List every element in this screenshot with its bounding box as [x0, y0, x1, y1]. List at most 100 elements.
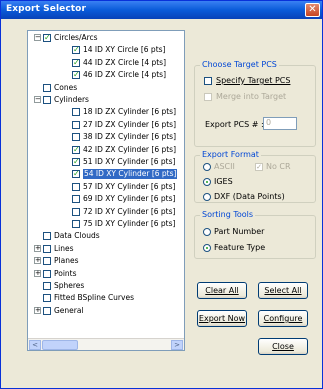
tree-item-checkbox[interactable]: ✓ — [43, 34, 51, 42]
title-bar[interactable]: Export Selector ✕ — [1, 1, 322, 19]
scroll-thumb[interactable] — [42, 340, 78, 350]
tree-item[interactable]: 18 ID ZX Cylinder [6 pts] — [28, 107, 184, 117]
tree-item-checkbox[interactable]: ✓ — [72, 158, 80, 166]
tree-item[interactable]: + Points — [28, 269, 184, 279]
ascii-radio[interactable] — [203, 163, 211, 171]
configure-button[interactable]: Configure — [258, 310, 308, 327]
tree-item-label: Data Clouds — [54, 231, 100, 241]
tree-item[interactable]: 57 ID XY Cylinder [6 pts] — [28, 182, 184, 192]
tree-item[interactable]: ✓ 54 ID XY Cylinder [6 pts] — [28, 169, 184, 180]
part-number-label: Part Number — [214, 227, 265, 236]
tree-item-checkbox[interactable]: ✓ — [72, 46, 80, 55]
merge-target-label: Merge into Target — [216, 92, 287, 101]
tree-item-checkbox[interactable]: ✓ — [72, 71, 80, 80]
collapse-icon[interactable]: − — [34, 34, 41, 41]
tree-item-checkbox[interactable] — [72, 133, 80, 142]
horizontal-scrollbar[interactable]: < > — [28, 338, 184, 350]
tree-item-checkbox[interactable] — [72, 207, 80, 216]
tree-item-checkbox[interactable]: ✓ — [72, 170, 80, 179]
close-window-button[interactable]: ✕ — [305, 3, 320, 17]
tree-item-checkbox[interactable] — [43, 232, 51, 241]
tree-item-label: 57 ID XY Cylinder [6 pts] — [83, 181, 176, 191]
window-title: Export Selector — [6, 4, 86, 14]
tree-item-label: Circles/Arcs — [54, 33, 98, 42]
expand-icon[interactable]: + — [34, 306, 41, 314]
export-pcs-label: Export PCS # : — [205, 120, 264, 129]
tree-item[interactable]: 75 ID XY Cylinder [6 pts] — [28, 219, 184, 229]
tree-item[interactable]: 38 ID ZX Cylinder [6 pts] — [28, 132, 184, 142]
tree-item[interactable]: Spheres — [28, 281, 184, 291]
tree-item-label: Lines — [54, 243, 74, 253]
tree-item-checkbox[interactable] — [43, 269, 51, 278]
tree-item-checkbox[interactable] — [72, 108, 80, 117]
tree-item-checkbox[interactable] — [72, 195, 80, 204]
scroll-left-button[interactable]: < — [29, 340, 41, 350]
tree-item-checkbox[interactable] — [72, 182, 80, 191]
tree-item-label: 51 ID XY Cylinder [6 pts] — [83, 157, 176, 166]
tree-item[interactable]: ✓ 44 ID ZX Circle [4 pts] — [28, 58, 184, 68]
tree-item[interactable]: Fitted BSpline Curves — [28, 293, 184, 303]
tree-item[interactable]: − ✓ Circles/Arcs — [28, 33, 184, 43]
tree-item-label: 69 ID XY Cylinder [6 pts] — [83, 194, 176, 204]
tree-item[interactable]: 27 ID ZX Cylinder [6 pts] — [28, 120, 184, 130]
part-number-radio[interactable] — [203, 228, 211, 236]
feature-type-radio[interactable] — [203, 244, 211, 252]
collapse-icon[interactable]: − — [34, 96, 41, 103]
no-cr-label: No CR — [266, 162, 291, 171]
export-now-button[interactable]: Export Now — [197, 310, 247, 327]
tree-item[interactable]: 69 ID XY Cylinder [6 pts] — [28, 194, 184, 204]
tree-item-checkbox[interactable] — [72, 120, 80, 129]
tree-item[interactable]: ✓ 46 ID ZX Circle [4 pts] — [28, 70, 184, 80]
export-format-title: Export Format — [200, 150, 261, 159]
tree-item[interactable]: − Cylinders — [28, 95, 184, 105]
tree-item-label: Fitted BSpline Curves — [54, 293, 134, 303]
tree-item[interactable]: + General — [28, 306, 184, 316]
expand-icon[interactable]: + — [34, 257, 41, 265]
tree-item[interactable]: ✓ 51 ID XY Cylinder [6 pts] — [28, 157, 184, 167]
tree-item-checkbox[interactable] — [43, 96, 51, 104]
tree-item-checkbox[interactable] — [43, 257, 51, 266]
scroll-right-button[interactable]: > — [171, 340, 183, 350]
feature-tree[interactable]: + General Fitted BSpline Curves Spheres + Poi… — [27, 30, 185, 351]
tree-item-label: Cylinders — [54, 95, 89, 104]
clear-all-button[interactable]: Clear All — [197, 282, 247, 299]
specify-target-checkbox[interactable] — [204, 77, 212, 85]
tree-item-label: 54 ID XY Cylinder [6 pts] — [83, 169, 178, 180]
tree-item[interactable]: + Planes — [28, 256, 184, 266]
select-all-button[interactable]: Select All — [258, 282, 308, 299]
dxf-radio[interactable] — [203, 193, 211, 201]
tree-item-label: 72 ID XY Cylinder [6 pts] — [83, 206, 176, 216]
tree-item-checkbox[interactable] — [43, 282, 51, 290]
tree-item-checkbox[interactable] — [43, 294, 51, 303]
specify-target-label: Specify Target PCS — [216, 76, 291, 85]
sorting-tools-group: Sorting Tools Part Number Feature Type — [194, 210, 316, 259]
tree-item[interactable]: 72 ID XY Cylinder [6 pts] — [28, 207, 184, 217]
tree-item[interactable]: Cones — [28, 83, 184, 93]
tree-item-checkbox[interactable] — [72, 220, 80, 228]
close-button[interactable]: Close — [258, 338, 308, 355]
export-pcs-field[interactable]: 0 — [263, 117, 297, 130]
tree-item-label: Points — [54, 268, 77, 278]
export-format-group: Export Format ASCII ✓ No CR IGES DXF (Da… — [194, 150, 316, 203]
tree-item[interactable]: + Lines — [28, 244, 184, 254]
no-cr-checkbox: ✓ — [255, 163, 263, 171]
tree-item-label: 44 ID ZX Circle [4 pts] — [83, 57, 167, 67]
tree-item-checkbox[interactable] — [43, 83, 51, 92]
expand-icon[interactable]: + — [34, 269, 41, 277]
tree-item-label: 14 ID XY Circle [6 pts] — [83, 45, 166, 55]
tree-item-checkbox[interactable] — [43, 306, 51, 315]
sorting-tools-title: Sorting Tools — [200, 210, 256, 219]
tree-item-checkbox[interactable] — [43, 244, 51, 253]
iges-label: IGES — [214, 177, 233, 186]
tree-item[interactable]: Data Clouds — [28, 231, 184, 241]
tree-item[interactable]: ✓ 14 ID XY Circle [6 pts] — [28, 45, 184, 55]
expand-icon[interactable]: + — [34, 244, 41, 252]
iges-radio[interactable] — [203, 178, 211, 186]
tree-item-label: 38 ID ZX Cylinder [6 pts] — [83, 132, 177, 142]
feature-type-label: Feature Type — [214, 243, 266, 252]
tree-item[interactable]: ✓ 42 ID ZX Cylinder [6 pts] — [28, 145, 184, 155]
tree-item-label: General — [54, 305, 84, 315]
tree-item-label: Cones — [54, 82, 78, 92]
tree-item-checkbox[interactable]: ✓ — [72, 58, 80, 67]
tree-item-checkbox[interactable]: ✓ — [72, 145, 80, 154]
